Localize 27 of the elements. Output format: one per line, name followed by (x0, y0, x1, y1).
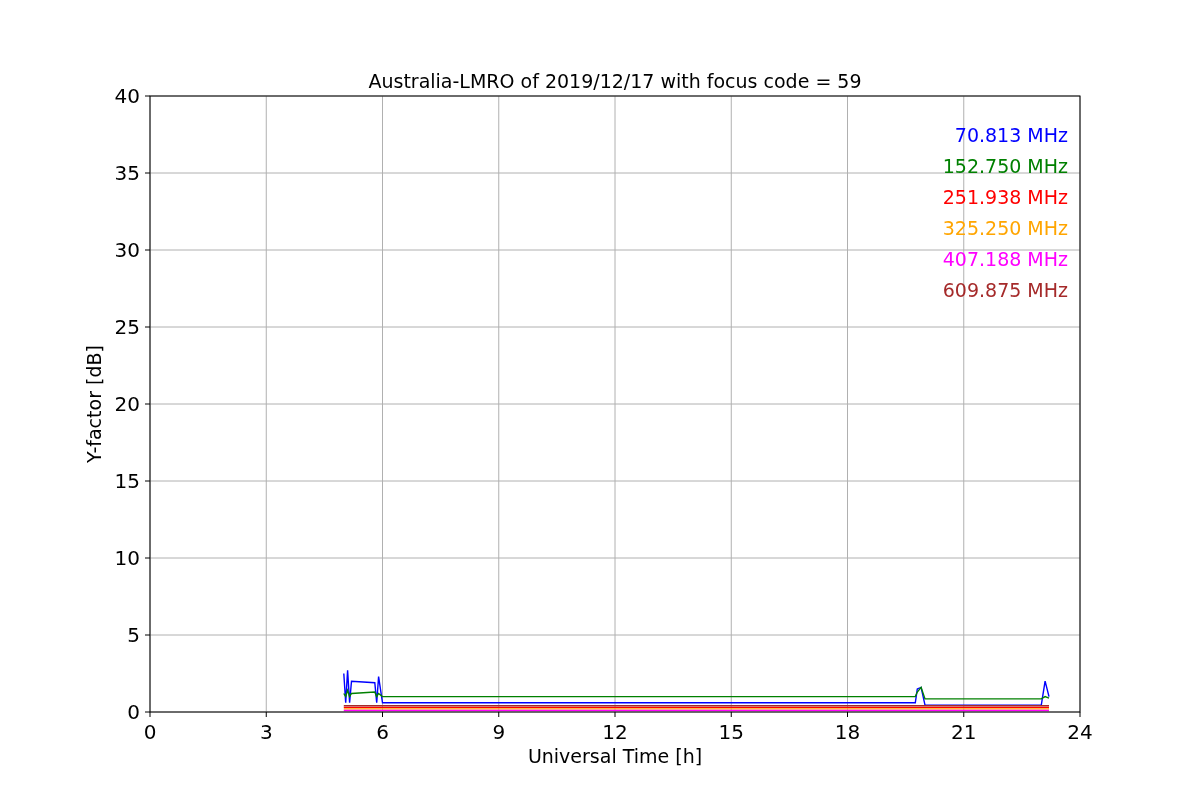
legend-label: 407.188 MHz (942, 248, 1068, 270)
x-axis-label: Universal Time [h] (527, 745, 703, 767)
y-tick-label: 10 (114, 546, 140, 570)
y-axis-label: Y-factor [dB] (83, 345, 105, 463)
y-tick-label: 20 (114, 392, 140, 416)
legend-label: 251.938 MHz (942, 186, 1068, 208)
x-tick-label: 6 (376, 720, 389, 744)
legend-label: 325.250 MHz (942, 217, 1068, 239)
x-tick-label: 0 (143, 720, 157, 744)
legend-label: 609.875 MHz (942, 279, 1068, 301)
x-tick-label: 21 (951, 720, 977, 744)
x-tick-label: 15 (718, 720, 744, 744)
y-tick-label: 40 (114, 84, 140, 108)
y-tick-label: 30 (114, 238, 140, 262)
x-tick-label: 3 (259, 720, 273, 744)
x-tick-label: 24 (1067, 720, 1093, 744)
chart-title: Australia-LMRO of 2019/12/17 with focus code = 59 (368, 70, 862, 92)
x-tick-label: 12 (602, 720, 628, 744)
y-tick-label: 35 (114, 161, 140, 185)
y-tick-label: 5 (127, 623, 140, 647)
y-tick-label: 25 (114, 315, 140, 339)
legend-label: 152.750 MHz (942, 155, 1068, 177)
x-tick-label: 9 (492, 720, 506, 744)
legend-label: 70.813 MHz (954, 124, 1068, 146)
x-tick-label: 18 (834, 720, 861, 744)
y-tick-label: 15 (114, 469, 140, 493)
y-tick-label: 0 (127, 700, 140, 724)
